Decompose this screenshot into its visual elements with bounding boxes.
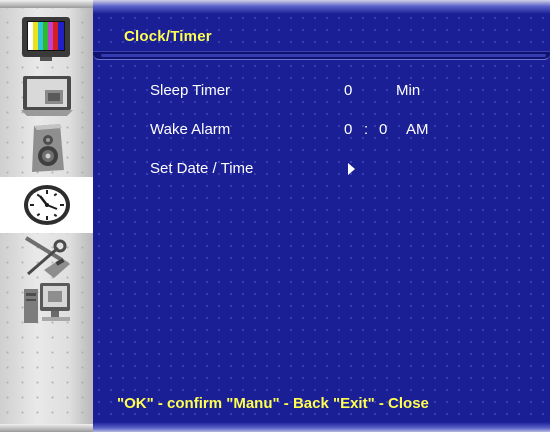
wake-alarm-hour[interactable]: 0 [344, 121, 352, 138]
panel-bottom-bevel [93, 422, 550, 432]
sidebar-top-bevel [0, 0, 93, 8]
wake-alarm-label[interactable]: Wake Alarm [150, 121, 230, 138]
right-triangle-icon[interactable] [348, 163, 355, 175]
sleep-timer-label[interactable]: Sleep Timer [150, 82, 230, 99]
sidebar-bottom-bevel [0, 424, 93, 432]
menu-panel: Clock/Timer Sleep Timer 0 Min Wake Alarm… [93, 0, 550, 432]
title-divider [93, 51, 550, 60]
clock-icon [23, 185, 70, 225]
speaker-icon [32, 124, 64, 172]
menu-title: Clock/Timer [124, 28, 212, 45]
key-help-footer: "OK" - confirm "Manu" - Back "Exit" - Cl… [117, 395, 429, 412]
sidebar-item-source[interactable] [6, 278, 88, 328]
monitor-screen-icon [21, 76, 73, 116]
sidebar-item-picture[interactable] [6, 14, 88, 64]
sidebar-item-audio[interactable] [6, 123, 88, 173]
wake-alarm-ampm[interactable]: AM [406, 121, 429, 138]
sidebar-item-setup[interactable] [6, 230, 88, 280]
set-date-time-label[interactable]: Set Date / Time [150, 160, 253, 177]
osd-menu: Clock/Timer Sleep Timer 0 Min Wake Alarm… [0, 0, 550, 432]
sleep-timer-value[interactable]: 0 [344, 82, 352, 99]
sleep-timer-unit: Min [396, 82, 421, 99]
menu-category-sidebar [0, 0, 93, 432]
sidebar-item-display[interactable] [6, 70, 88, 120]
tools-icon [24, 236, 70, 278]
computer-source-icon [24, 283, 70, 323]
sidebar-item-clock-timer[interactable] [0, 177, 93, 233]
wake-alarm-separator: : [364, 121, 369, 138]
panel-top-bevel [93, 0, 550, 14]
wake-alarm-minute[interactable]: 0 [379, 121, 387, 138]
tv-color-bars-icon [22, 17, 70, 61]
